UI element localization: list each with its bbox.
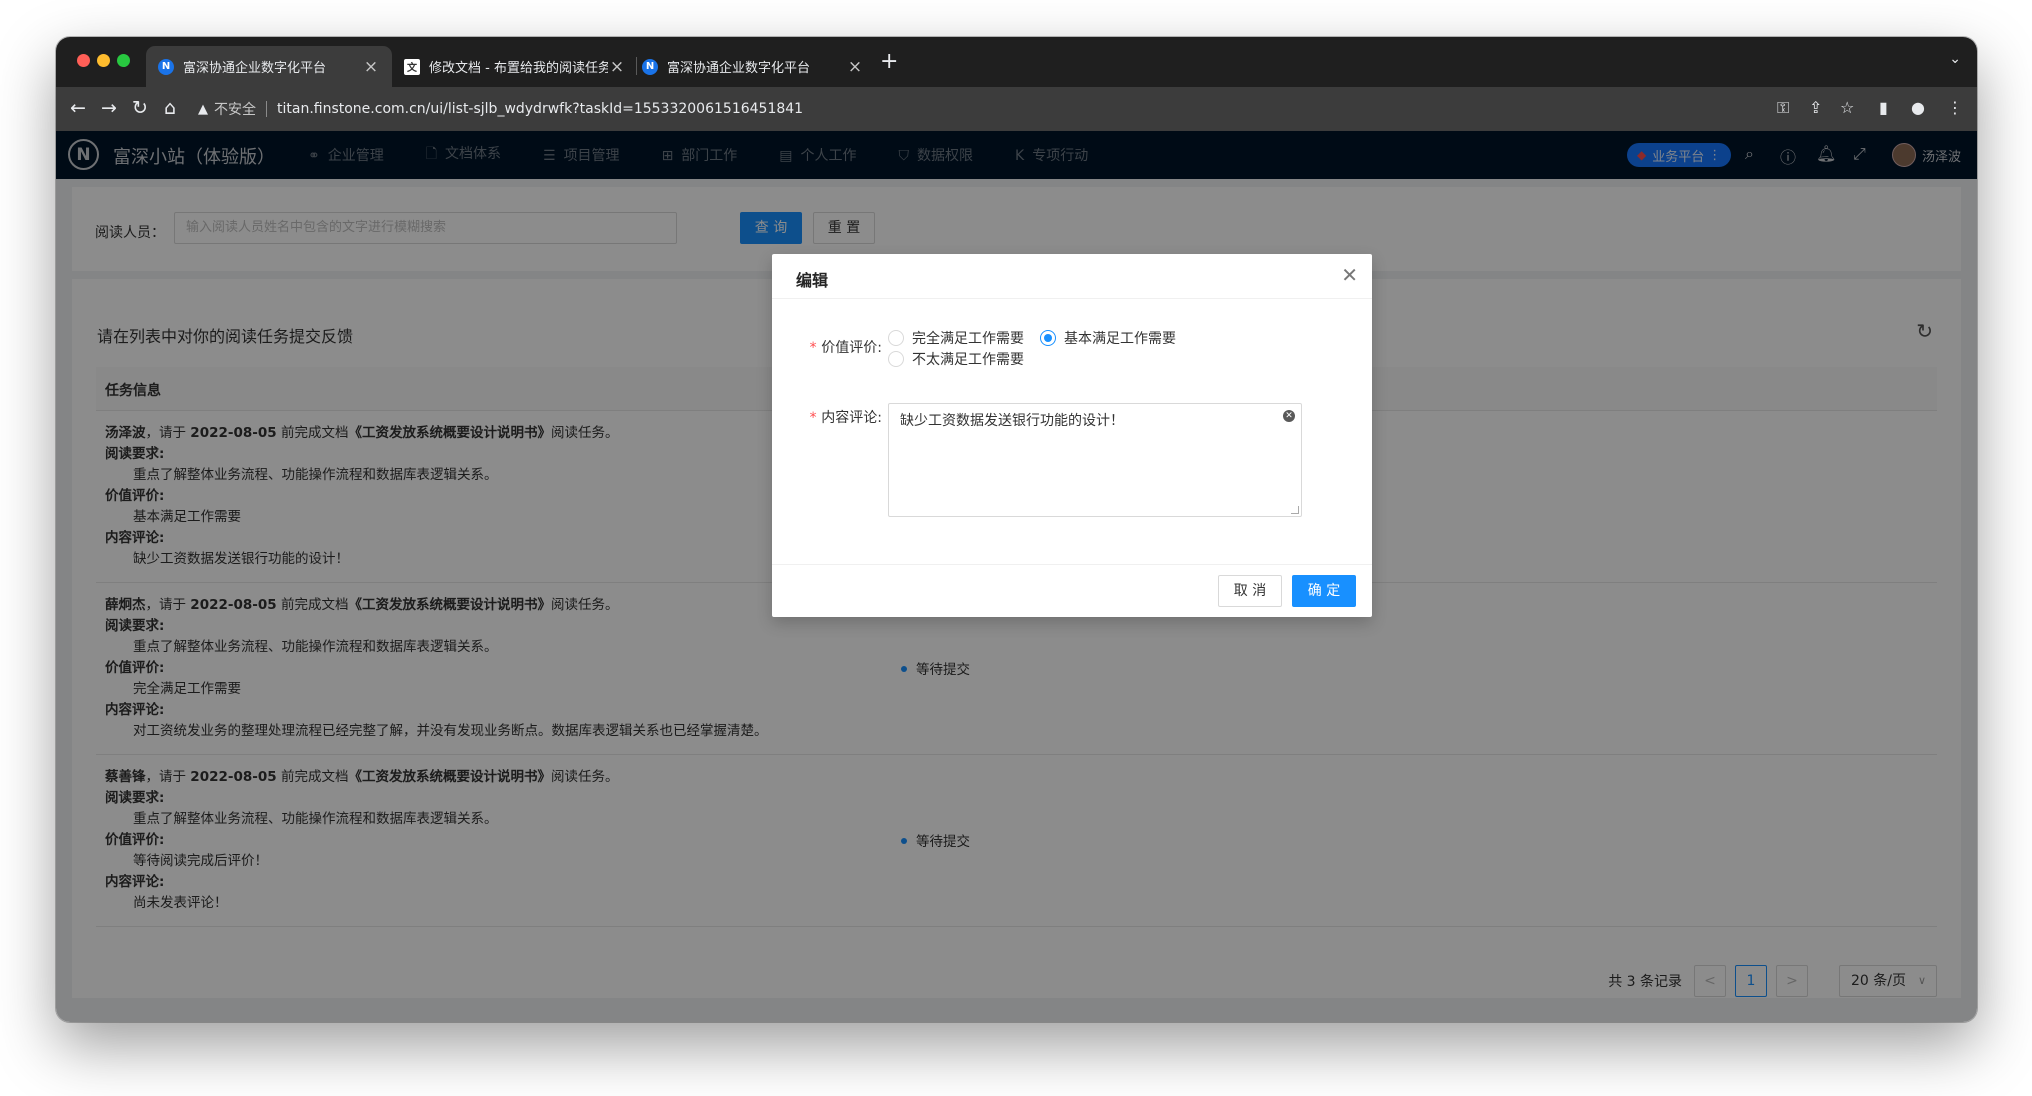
warning-icon: ▲ <box>198 101 208 117</box>
kebab-menu-icon[interactable]: ⋮ <box>1947 98 1963 117</box>
minimize-window-button[interactable] <box>97 54 110 67</box>
reload-icon[interactable]: ↻ <box>132 97 148 119</box>
zoom-window-button[interactable] <box>117 54 130 67</box>
label-text: 内容评论: <box>821 410 882 426</box>
address-bar[interactable]: ▲ 不安全 titan.finstone.com.cn/ui/list-sjlb… <box>198 95 803 123</box>
address-divider <box>266 101 267 117</box>
required-mark: * <box>808 410 818 426</box>
ok-button[interactable]: 确 定 <box>1292 575 1356 607</box>
radio-label: 不太满足工作需要 <box>912 352 1024 368</box>
tab-search-chevron-icon[interactable]: ⌄ <box>1949 51 1961 67</box>
radio-label: 基本满足工作需要 <box>1064 331 1176 347</box>
resize-handle[interactable] <box>1291 506 1299 514</box>
tab-close-icon[interactable]: × <box>608 57 626 77</box>
radio-fully-meets[interactable]: 完全满足工作需要 <box>888 328 1024 348</box>
label-text: 价值评价: <box>821 340 882 356</box>
required-mark: * <box>808 340 818 356</box>
close-icon[interactable]: ✕ <box>1341 263 1358 287</box>
security-status: 不安全 <box>214 102 256 118</box>
cancel-button[interactable]: 取 消 <box>1218 575 1282 607</box>
browser-tab-3[interactable]: N 富深协通企业数字化平台 × <box>630 46 876 87</box>
tab-close-icon[interactable]: × <box>362 57 380 77</box>
radio-circle <box>888 330 904 346</box>
key-icon[interactable]: ⚿ <box>1777 98 1789 118</box>
radio-circle <box>1040 330 1056 346</box>
radio-not-quite-meets[interactable]: 不太满足工作需要 <box>888 349 1024 369</box>
tab-title: 富深协通企业数字化平台 <box>667 61 811 76</box>
radio-circle <box>888 351 904 367</box>
value-evaluation-label: * 价值评价: <box>772 337 882 357</box>
browser-window: N 富深协通企业数字化平台 × 文 修改文档 - 布置给我的阅读任务 × N 富… <box>56 37 1977 1022</box>
url-text[interactable]: titan.finstone.com.cn/ui/list-sjlb_wdydr… <box>277 101 803 117</box>
back-arrow-icon[interactable]: ← <box>70 97 86 119</box>
tab-title: 富深协通企业数字化平台 <box>183 61 327 76</box>
app-favicon-icon: N <box>158 58 174 75</box>
forward-arrow-icon[interactable]: → <box>101 97 117 119</box>
radio-basically-meets[interactable]: 基本满足工作需要 <box>1040 328 1176 348</box>
new-tab-button[interactable]: + <box>880 49 898 74</box>
modal-header: 编辑 ✕ <box>772 254 1372 299</box>
radio-label: 完全满足工作需要 <box>912 331 1024 347</box>
bookmark-star-icon[interactable]: ☆ <box>1840 98 1854 117</box>
sidebar-icon[interactable]: ▮ <box>1879 98 1888 117</box>
app-favicon-icon: N <box>642 58 658 75</box>
edit-modal: 编辑 ✕ * 价值评价: 完全满足工作需要 基本满足工作需要 不太满足工作需要 *… <box>772 254 1372 617</box>
modal-title: 编辑 <box>796 271 829 290</box>
browser-tab-1[interactable]: N 富深协通企业数字化平台 × <box>146 46 392 87</box>
close-window-button[interactable] <box>77 54 90 67</box>
comment-textarea[interactable]: 缺少工资数据发送银行功能的设计！ ✕ <box>888 403 1302 517</box>
browser-toolbar: ← → ↻ ⌂ ▲ 不安全 titan.finstone.com.cn/ui/l… <box>56 87 1977 131</box>
tab-strip: N 富深协通企业数字化平台 × 文 修改文档 - 布置给我的阅读任务 × N 富… <box>56 37 1977 87</box>
tab-title: 修改文档 - 布置给我的阅读任务 <box>429 61 608 76</box>
home-icon[interactable]: ⌂ <box>164 97 176 119</box>
content-comment-label: * 内容评论: <box>772 407 882 427</box>
modal-footer: 取 消 确 定 <box>772 564 1372 617</box>
share-icon[interactable]: ⇪ <box>1809 98 1822 117</box>
tab-close-icon[interactable]: × <box>846 57 864 77</box>
browser-tab-2[interactable]: 文 修改文档 - 布置给我的阅读任务 × <box>392 46 638 87</box>
clear-icon[interactable]: ✕ <box>1283 410 1295 422</box>
comment-value: 缺少工资数据发送银行功能的设计！ <box>900 413 1124 429</box>
profile-icon[interactable]: ● <box>1911 98 1925 117</box>
doc-favicon-icon: 文 <box>404 58 420 75</box>
